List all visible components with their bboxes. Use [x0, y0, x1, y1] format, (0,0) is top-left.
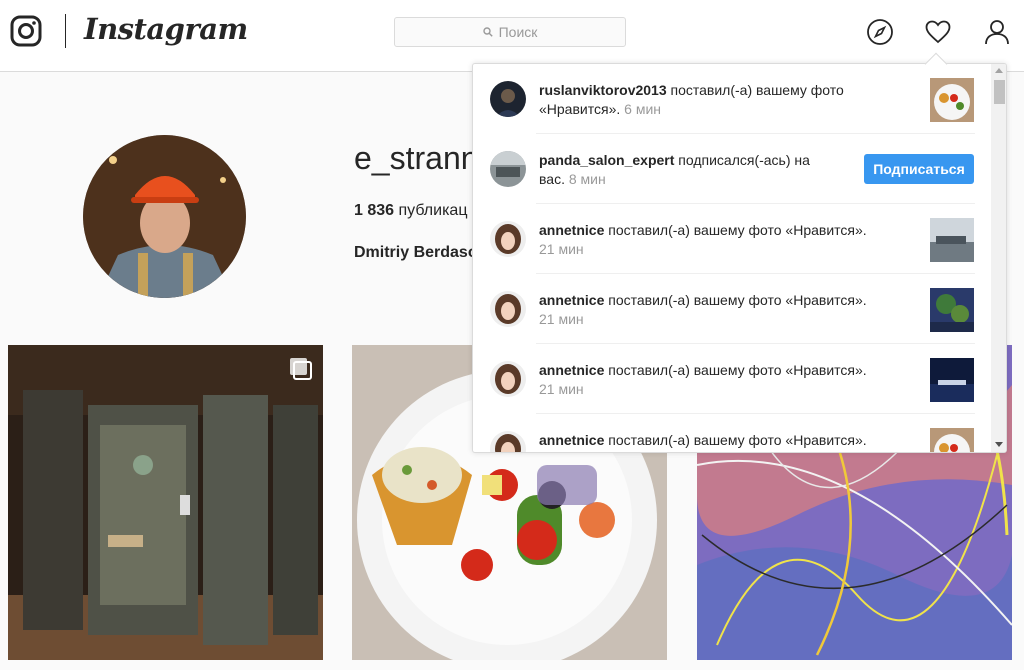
- notification-item[interactable]: ruslanviktorov2013 поставил(-а) вашему ф…: [473, 64, 991, 134]
- notification-text: annetnice поставил(-а) вашему фото «Нрав…: [539, 291, 879, 329]
- notification-time: 21 мин: [539, 311, 584, 327]
- notification-avatar[interactable]: [490, 151, 526, 187]
- notification-username[interactable]: annetnice: [539, 362, 604, 378]
- notification-time: 21: [539, 451, 555, 452]
- instagram-logo-icon[interactable]: [10, 15, 42, 47]
- search-input[interactable]: Поиск: [394, 17, 626, 47]
- posts-label: публикац: [398, 202, 468, 219]
- notification-item[interactable]: annetnice поставил(-а) вашему фото «Нрав…: [473, 204, 991, 274]
- scroll-up-arrow-icon[interactable]: [995, 68, 1003, 73]
- notification-text: annetnice поставил(-а) вашему фото «Нрав…: [539, 361, 879, 399]
- instagram-wordmark[interactable]: Instagram: [84, 12, 248, 46]
- notification-username[interactable]: annetnice: [539, 222, 604, 238]
- notification-time: 21 мин: [539, 381, 584, 397]
- posts-count: 1 836: [354, 202, 395, 219]
- notification-action: поставил(-а) вашему фото «Нравится».: [608, 292, 867, 308]
- profile-user-icon[interactable]: [983, 18, 1011, 46]
- explore-compass-icon[interactable]: [866, 18, 894, 46]
- notification-username[interactable]: panda_salon_expert: [539, 152, 674, 168]
- profile-full-name: Dmitriy Berdaso: [354, 244, 478, 261]
- notification-photo-thumbnail[interactable]: [930, 288, 974, 332]
- notification-username[interactable]: ruslanviktorov2013: [539, 82, 667, 98]
- notification-username[interactable]: annetnice: [539, 292, 604, 308]
- notification-photo-thumbnail[interactable]: [930, 218, 974, 262]
- notification-time: 6 мин: [624, 101, 661, 117]
- notifications-list: ruslanviktorov2013 поставил(-а) вашему ф…: [473, 64, 991, 452]
- notification-time: 8 мин: [568, 171, 606, 187]
- notification-avatar[interactable]: [490, 361, 526, 397]
- notification-photo-thumbnail[interactable]: [930, 78, 974, 122]
- posts-count-stat: 1 836 публикац: [354, 202, 467, 220]
- notification-avatar[interactable]: [490, 431, 526, 452]
- search-icon: [482, 27, 493, 37]
- follow-button[interactable]: Подписаться: [864, 154, 974, 184]
- notification-time: 21 мин: [539, 241, 584, 257]
- notification-item[interactable]: panda_salon_expert подписался(-ась) на в…: [473, 134, 991, 204]
- notification-avatar[interactable]: [490, 81, 526, 117]
- notifications-scrollbar[interactable]: [991, 64, 1006, 452]
- notification-text: panda_salon_expert подписался(-ась) на в…: [539, 151, 839, 189]
- notification-avatar[interactable]: [490, 221, 526, 257]
- scrollbar-thumb[interactable]: [994, 80, 1005, 104]
- post-tile-vault-doors[interactable]: [8, 345, 323, 660]
- multiple-photos-icon: [290, 358, 312, 380]
- profile-avatar[interactable]: [83, 135, 246, 298]
- notifications-dropdown: ruslanviktorov2013 поставил(-а) вашему ф…: [472, 63, 1007, 453]
- notification-action: поставил(-а) вашему фото «Нравится».: [608, 222, 867, 238]
- notification-text: annetnice поставил(-а) вашему фото «Нрав…: [539, 431, 879, 452]
- notification-item[interactable]: annetnice поставил(-а) вашему фото «Нрав…: [473, 274, 991, 344]
- notification-photo-thumbnail[interactable]: [930, 358, 974, 402]
- notification-action: поставил(-а) вашему фото «Нравится».: [608, 362, 867, 378]
- top-nav-bar: Instagram Поиск: [0, 0, 1024, 72]
- notification-photo-thumbnail[interactable]: [930, 428, 974, 452]
- notification-username[interactable]: annetnice: [539, 432, 604, 448]
- logo-divider: [65, 14, 66, 48]
- notification-text: ruslanviktorov2013 поставил(-а) вашему ф…: [539, 81, 879, 119]
- notification-text: annetnice поставил(-а) вашему фото «Нрав…: [539, 221, 879, 259]
- search-placeholder: Поиск: [498, 24, 538, 40]
- notification-action: поставил(-а) вашему фото «Нравится».: [608, 432, 867, 448]
- notification-avatar[interactable]: [490, 291, 526, 327]
- profile-username: e_strann: [354, 140, 479, 176]
- notification-item[interactable]: annetnice поставил(-а) вашему фото «Нрав…: [473, 344, 991, 414]
- notification-item[interactable]: annetnice поставил(-а) вашему фото «Нрав…: [473, 414, 991, 452]
- scroll-down-arrow-icon[interactable]: [995, 442, 1003, 447]
- activity-heart-icon[interactable]: [924, 18, 952, 46]
